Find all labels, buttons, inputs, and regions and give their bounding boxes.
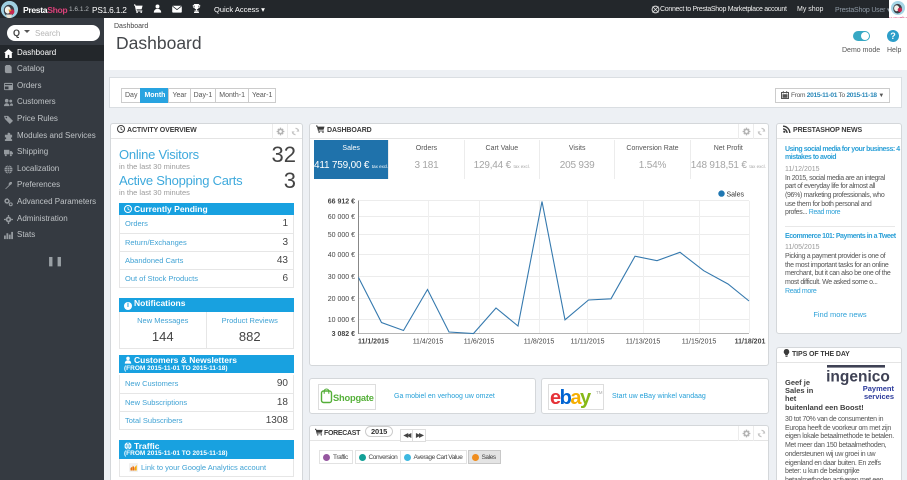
svg-text:50 000 €: 50 000 € [328,232,355,239]
svg-text:Shopgate: Shopgate [333,393,374,403]
svg-text:3 082 €: 3 082 € [332,331,355,338]
svg-text:10 000 €: 10 000 € [328,317,355,324]
svg-text:11/6/2015: 11/6/2015 [464,339,495,346]
svg-text:Sales: Sales [727,191,745,198]
svg-text:ingenico: ingenico [826,369,890,386]
svg-text:11/11/2015: 11/11/2015 [571,339,605,346]
svg-text:11/4/2015: 11/4/2015 [413,339,444,346]
svg-text:40 000 €: 40 000 € [328,252,355,259]
svg-text:20 000 €: 20 000 € [328,296,355,303]
svg-text:11/8/2015: 11/8/2015 [524,339,555,346]
svg-text:11/1/2015: 11/1/2015 [358,339,389,346]
svg-text:ebay: ebay [550,387,592,409]
svg-text:11/15/2015: 11/15/2015 [682,339,717,346]
svg-text:60 000 €: 60 000 € [328,214,355,221]
svg-text:11/13/2015: 11/13/2015 [626,339,661,346]
svg-text:66 912 €: 66 912 € [328,199,355,206]
svg-text:services: services [864,392,894,399]
svg-text:30 000 €: 30 000 € [328,274,355,281]
svg-text:11/18/201: 11/18/201 [735,339,766,346]
svg-text:TM: TM [596,390,603,395]
